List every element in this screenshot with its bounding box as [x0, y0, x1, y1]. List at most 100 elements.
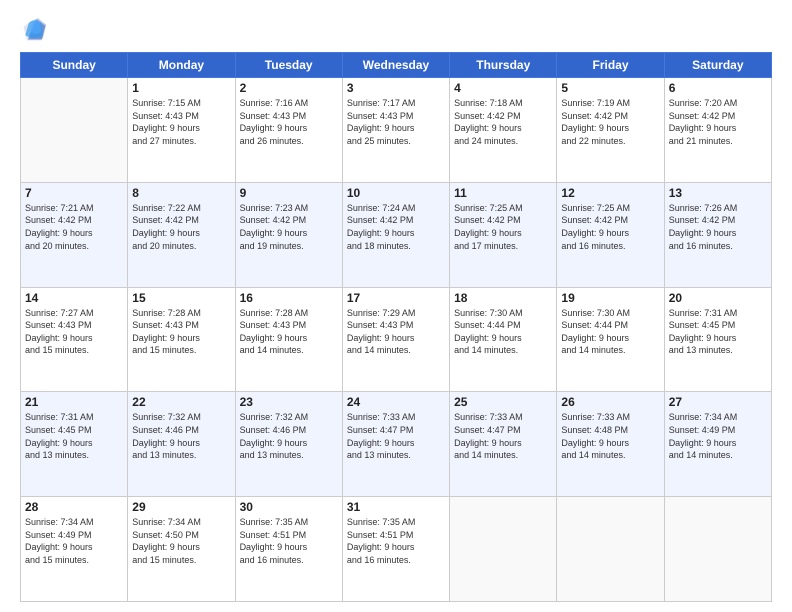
header [20, 16, 772, 44]
calendar-cell: 24 Sunrise: 7:33 AM Sunset: 4:47 PM Dayli… [342, 392, 449, 497]
day-number: 20 [669, 291, 767, 305]
day-number: 31 [347, 500, 445, 514]
day-info: Sunrise: 7:32 AM Sunset: 4:46 PM Dayligh… [240, 411, 338, 461]
day-info: Sunrise: 7:21 AM Sunset: 4:42 PM Dayligh… [25, 202, 123, 252]
day-number: 2 [240, 81, 338, 95]
day-info: Sunrise: 7:31 AM Sunset: 4:45 PM Dayligh… [669, 307, 767, 357]
calendar-cell: 23 Sunrise: 7:32 AM Sunset: 4:46 PM Dayli… [235, 392, 342, 497]
calendar-cell: 15Sunrise: 7:28 AM Sunset: 4:43 PM Dayli… [128, 287, 235, 392]
day-number: 25 [454, 395, 552, 409]
calendar-cell: 18 Sunrise: 7:30 AM Sunset: 4:44 PM Dayli… [450, 287, 557, 392]
day-info: Sunrise: 7:30 AM Sunset: 4:44 PM Dayligh… [561, 307, 659, 357]
calendar-cell: 9 Sunrise: 7:23 AM Sunset: 4:42 PM Daylig… [235, 182, 342, 287]
day-info: Sunrise: 7:34 AM Sunset: 4:50 PM Dayligh… [132, 516, 230, 566]
day-info: Sunrise: 7:24 AM Sunset: 4:42 PM Dayligh… [347, 202, 445, 252]
col-header-wednesday: Wednesday [342, 53, 449, 78]
day-number: 27 [669, 395, 767, 409]
calendar-cell [450, 497, 557, 602]
calendar-cell: 20 Sunrise: 7:31 AM Sunset: 4:45 PM Dayli… [664, 287, 771, 392]
day-number: 7 [25, 186, 123, 200]
day-info: Sunrise: 7:33 AM Sunset: 4:47 PM Dayligh… [347, 411, 445, 461]
day-number: 26 [561, 395, 659, 409]
calendar-table: SundayMondayTuesdayWednesdayThursdayFrid… [20, 52, 772, 602]
col-header-monday: Monday [128, 53, 235, 78]
calendar-cell: 4Sunrise: 7:18 AM Sunset: 4:42 PM Daylig… [450, 78, 557, 183]
day-info: Sunrise: 7:29 AM Sunset: 4:43 PM Dayligh… [347, 307, 445, 357]
day-number: 9 [240, 186, 338, 200]
calendar-cell: 16 Sunrise: 7:28 AM Sunset: 4:43 PM Dayli… [235, 287, 342, 392]
day-number: 22 [132, 395, 230, 409]
day-info: Sunrise: 7:20 AM Sunset: 4:42 PM Dayligh… [669, 97, 767, 147]
calendar-cell: 13 Sunrise: 7:26 AM Sunset: 4:42 PM Dayli… [664, 182, 771, 287]
day-info: Sunrise: 7:17 AM Sunset: 4:43 PM Dayligh… [347, 97, 445, 147]
day-number: 11 [454, 186, 552, 200]
calendar-cell: 30 Sunrise: 7:35 AM Sunset: 4:51 PM Dayli… [235, 497, 342, 602]
calendar-cell: 5 Sunrise: 7:19 AM Sunset: 4:42 PM Daylig… [557, 78, 664, 183]
calendar-cell: 7 Sunrise: 7:21 AM Sunset: 4:42 PM Daylig… [21, 182, 128, 287]
calendar-cell: 17Sunrise: 7:29 AM Sunset: 4:43 PM Dayli… [342, 287, 449, 392]
calendar-cell [557, 497, 664, 602]
day-info: Sunrise: 7:34 AM Sunset: 4:49 PM Dayligh… [669, 411, 767, 461]
day-number: 15 [132, 291, 230, 305]
day-number: 6 [669, 81, 767, 95]
day-info: Sunrise: 7:26 AM Sunset: 4:42 PM Dayligh… [669, 202, 767, 252]
day-number: 1 [132, 81, 230, 95]
day-info: Sunrise: 7:25 AM Sunset: 4:42 PM Dayligh… [454, 202, 552, 252]
calendar-cell: 14Sunrise: 7:27 AM Sunset: 4:43 PM Dayli… [21, 287, 128, 392]
calendar-cell: 29 Sunrise: 7:34 AM Sunset: 4:50 PM Dayli… [128, 497, 235, 602]
calendar-cell: 8Sunrise: 7:22 AM Sunset: 4:42 PM Daylig… [128, 182, 235, 287]
col-header-friday: Friday [557, 53, 664, 78]
calendar-cell: 28 Sunrise: 7:34 AM Sunset: 4:49 PM Dayli… [21, 497, 128, 602]
day-number: 28 [25, 500, 123, 514]
col-header-tuesday: Tuesday [235, 53, 342, 78]
day-info: Sunrise: 7:35 AM Sunset: 4:51 PM Dayligh… [240, 516, 338, 566]
day-number: 21 [25, 395, 123, 409]
day-info: Sunrise: 7:19 AM Sunset: 4:42 PM Dayligh… [561, 97, 659, 147]
day-number: 16 [240, 291, 338, 305]
day-number: 10 [347, 186, 445, 200]
day-info: Sunrise: 7:32 AM Sunset: 4:46 PM Dayligh… [132, 411, 230, 461]
calendar-cell: 22 Sunrise: 7:32 AM Sunset: 4:46 PM Dayli… [128, 392, 235, 497]
calendar-cell: 31Sunrise: 7:35 AM Sunset: 4:51 PM Dayli… [342, 497, 449, 602]
calendar-cell: 27 Sunrise: 7:34 AM Sunset: 4:49 PM Dayli… [664, 392, 771, 497]
day-info: Sunrise: 7:18 AM Sunset: 4:42 PM Dayligh… [454, 97, 552, 147]
calendar-cell: 19 Sunrise: 7:30 AM Sunset: 4:44 PM Dayli… [557, 287, 664, 392]
day-number: 19 [561, 291, 659, 305]
calendar-cell: 26 Sunrise: 7:33 AM Sunset: 4:48 PM Dayli… [557, 392, 664, 497]
calendar-cell: 3 Sunrise: 7:17 AM Sunset: 4:43 PM Daylig… [342, 78, 449, 183]
day-number: 13 [669, 186, 767, 200]
calendar-cell: 10 Sunrise: 7:24 AM Sunset: 4:42 PM Dayli… [342, 182, 449, 287]
calendar-cell: 1 Sunrise: 7:15 AM Sunset: 4:43 PM Daylig… [128, 78, 235, 183]
col-header-saturday: Saturday [664, 53, 771, 78]
logo-icon [20, 16, 48, 44]
day-number: 3 [347, 81, 445, 95]
calendar-cell: 2 Sunrise: 7:16 AM Sunset: 4:43 PM Daylig… [235, 78, 342, 183]
day-info: Sunrise: 7:31 AM Sunset: 4:45 PM Dayligh… [25, 411, 123, 461]
page: SundayMondayTuesdayWednesdayThursdayFrid… [0, 0, 792, 612]
calendar-cell: 12 Sunrise: 7:25 AM Sunset: 4:42 PM Dayli… [557, 182, 664, 287]
day-number: 18 [454, 291, 552, 305]
day-info: Sunrise: 7:23 AM Sunset: 4:42 PM Dayligh… [240, 202, 338, 252]
day-number: 5 [561, 81, 659, 95]
calendar-cell: 25 Sunrise: 7:33 AM Sunset: 4:47 PM Dayli… [450, 392, 557, 497]
day-info: Sunrise: 7:25 AM Sunset: 4:42 PM Dayligh… [561, 202, 659, 252]
day-info: Sunrise: 7:30 AM Sunset: 4:44 PM Dayligh… [454, 307, 552, 357]
col-header-sunday: Sunday [21, 53, 128, 78]
col-header-thursday: Thursday [450, 53, 557, 78]
day-info: Sunrise: 7:34 AM Sunset: 4:49 PM Dayligh… [25, 516, 123, 566]
day-number: 12 [561, 186, 659, 200]
calendar-cell [664, 497, 771, 602]
day-number: 14 [25, 291, 123, 305]
day-info: Sunrise: 7:15 AM Sunset: 4:43 PM Dayligh… [132, 97, 230, 147]
day-number: 30 [240, 500, 338, 514]
day-info: Sunrise: 7:33 AM Sunset: 4:48 PM Dayligh… [561, 411, 659, 461]
day-number: 29 [132, 500, 230, 514]
calendar-cell: 11 Sunrise: 7:25 AM Sunset: 4:42 PM Dayli… [450, 182, 557, 287]
day-info: Sunrise: 7:22 AM Sunset: 4:42 PM Dayligh… [132, 202, 230, 252]
day-number: 24 [347, 395, 445, 409]
day-info: Sunrise: 7:28 AM Sunset: 4:43 PM Dayligh… [240, 307, 338, 357]
day-number: 23 [240, 395, 338, 409]
day-info: Sunrise: 7:16 AM Sunset: 4:43 PM Dayligh… [240, 97, 338, 147]
calendar-cell: 6 Sunrise: 7:20 AM Sunset: 4:42 PM Daylig… [664, 78, 771, 183]
day-info: Sunrise: 7:33 AM Sunset: 4:47 PM Dayligh… [454, 411, 552, 461]
